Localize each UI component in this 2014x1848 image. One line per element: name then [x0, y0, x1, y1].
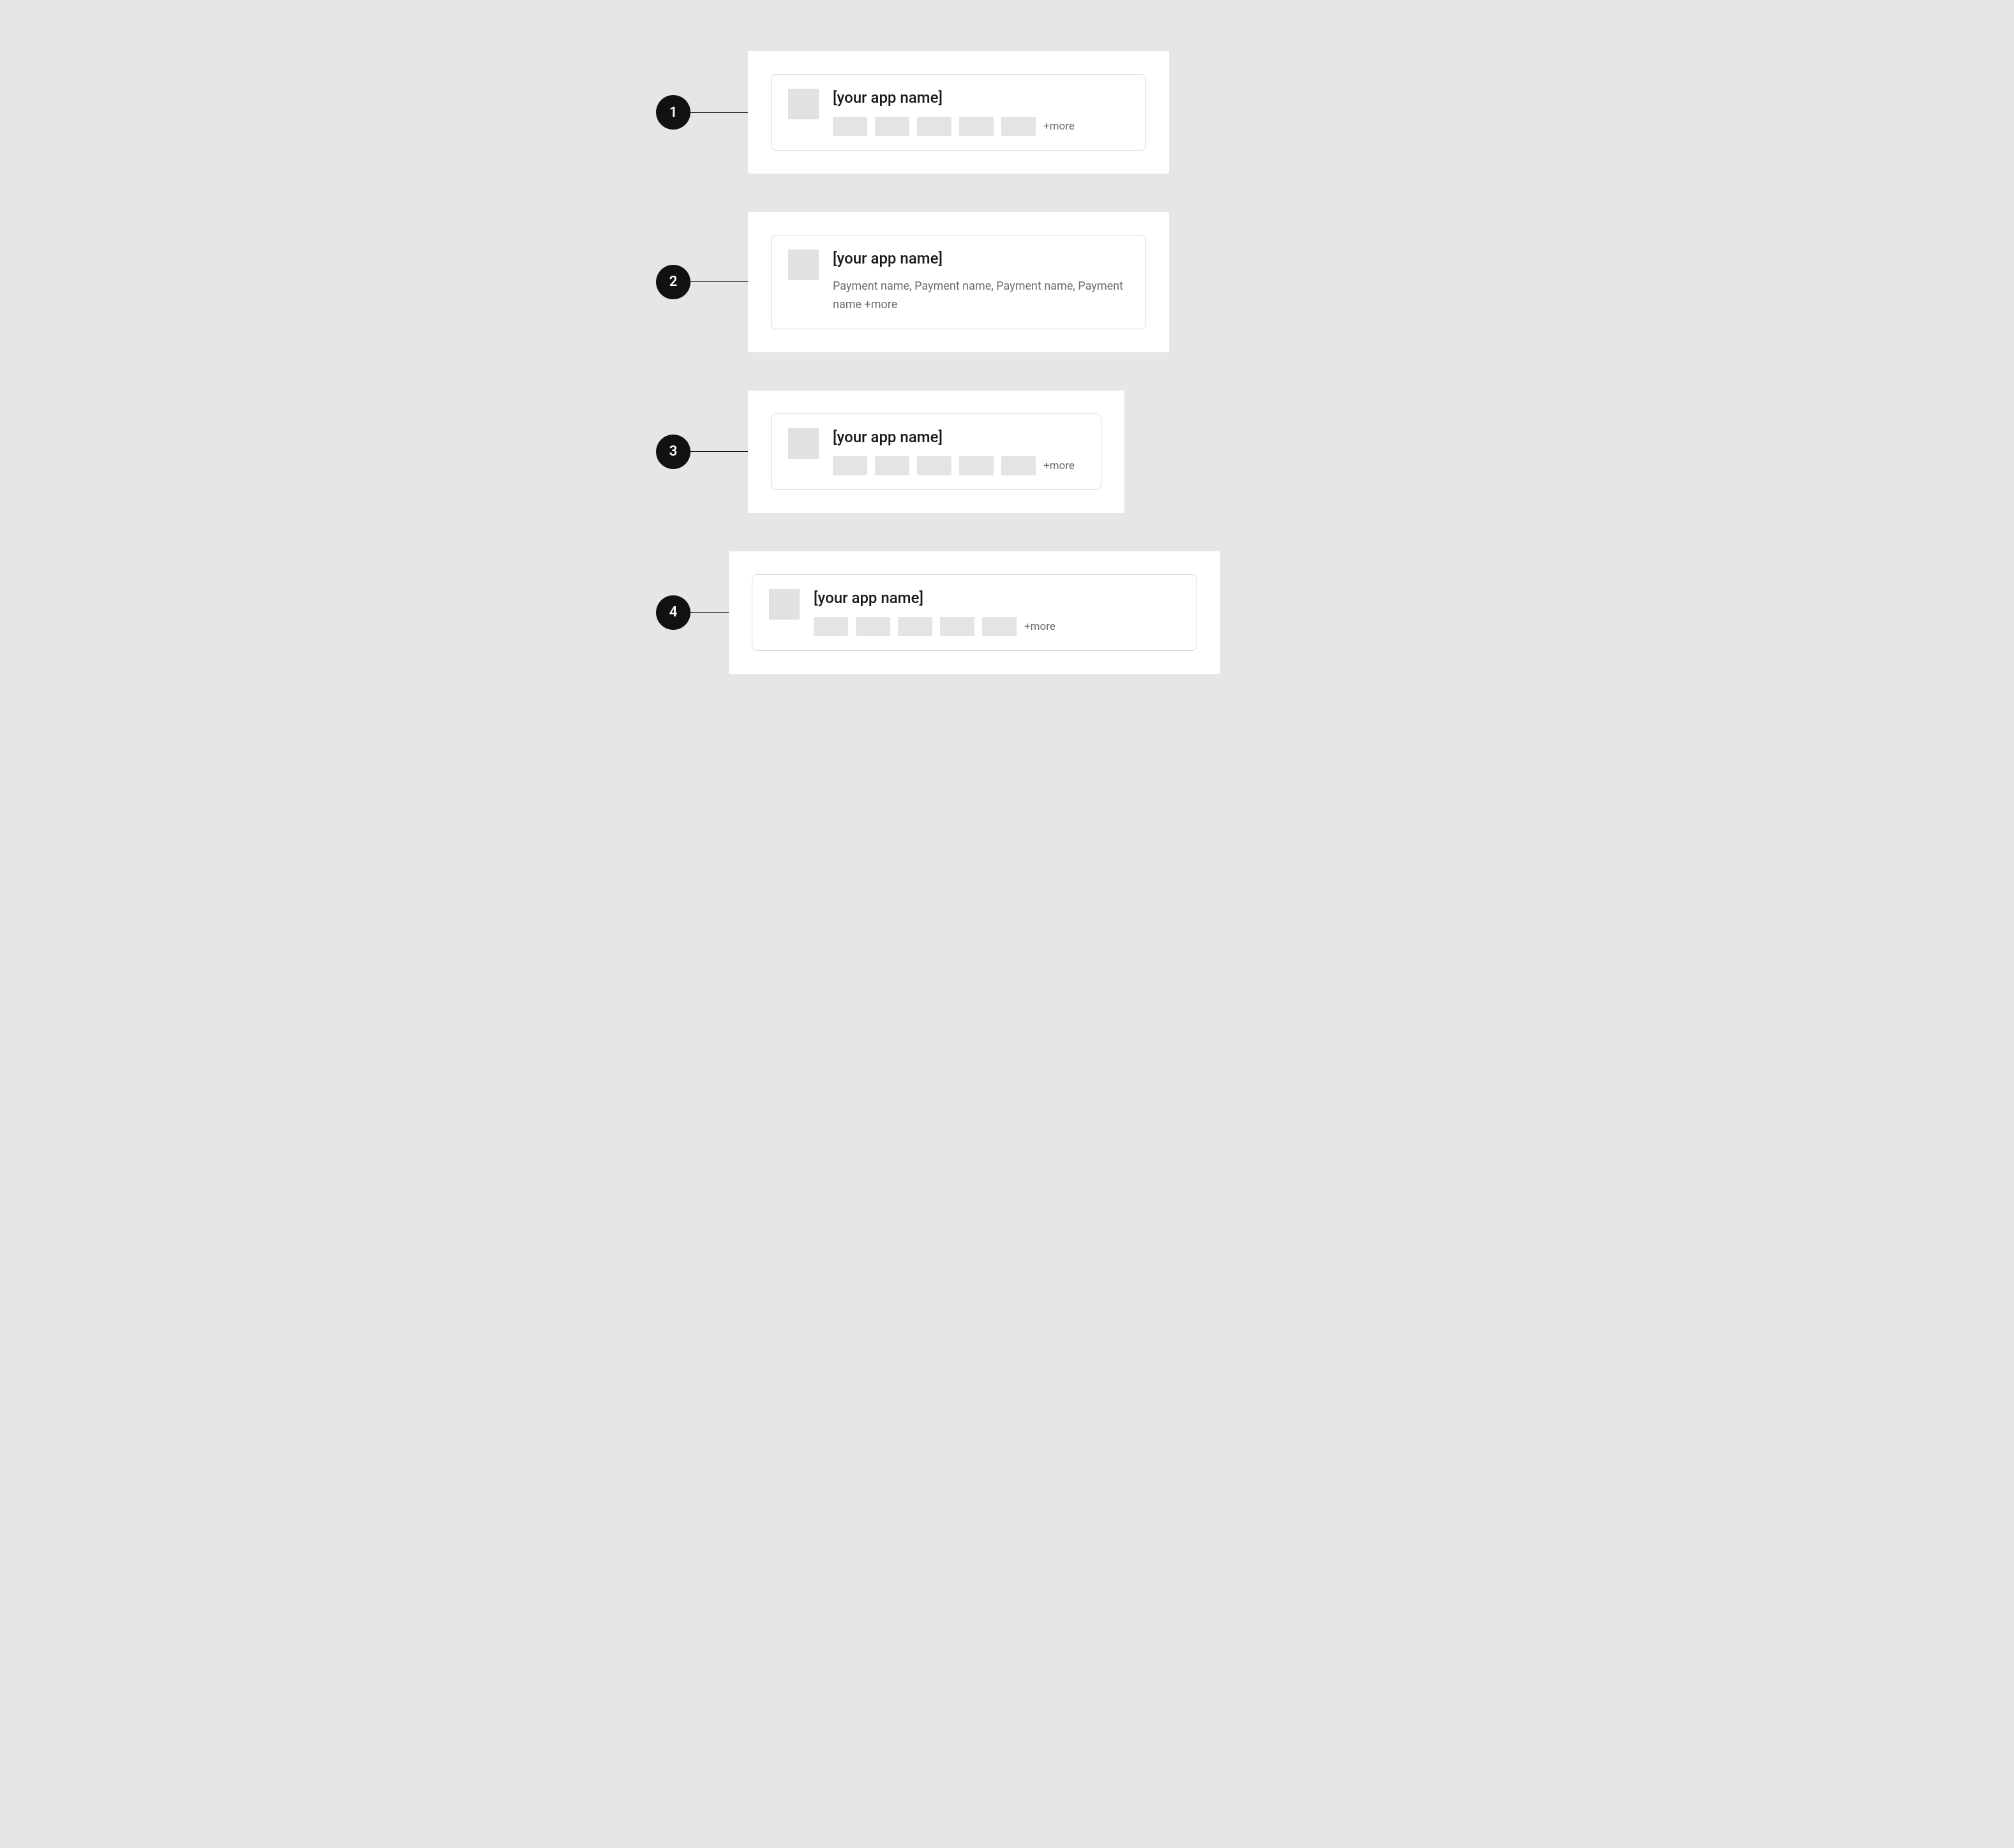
- annotation-connector: [690, 112, 748, 113]
- payment-chip: [875, 456, 909, 475]
- app-name: [your app name]: [833, 428, 1084, 446]
- app-card[interactable]: [your app name] +more: [771, 74, 1146, 151]
- more-link[interactable]: +more: [1043, 459, 1075, 472]
- payment-chips: +more: [833, 117, 1129, 136]
- payment-chip: [1001, 456, 1036, 475]
- card-body: [your app name] Payment name, Payment na…: [833, 250, 1129, 315]
- payment-chip: [959, 456, 994, 475]
- payment-chip: [982, 617, 1017, 636]
- app-icon: [788, 250, 819, 280]
- annotation-marker: 3: [656, 435, 690, 469]
- payment-chip: [940, 617, 974, 636]
- card-body: [your app name] +more: [833, 89, 1129, 136]
- example-row-4: 4 [your app name] +more: [656, 551, 1358, 674]
- payment-chip: [959, 117, 994, 136]
- app-name: [your app name]: [833, 89, 1129, 107]
- annotation-connector: [690, 612, 729, 613]
- payment-chip: [814, 617, 848, 636]
- payment-chips: +more: [814, 617, 1180, 636]
- payment-text-list: Payment name, Payment name, Payment name…: [833, 278, 1129, 315]
- app-card[interactable]: [your app name] Payment name, Payment na…: [771, 235, 1146, 329]
- payment-chip: [833, 117, 867, 136]
- example-panel: [your app name] +more: [748, 51, 1169, 174]
- payment-chip: [898, 617, 932, 636]
- annotation-marker: 2: [656, 265, 690, 299]
- app-name: [your app name]: [833, 250, 1129, 267]
- payment-chip: [917, 117, 951, 136]
- more-link[interactable]: +more: [1043, 120, 1075, 133]
- more-link[interactable]: +more: [1024, 620, 1055, 633]
- card-body: [your app name] +more: [833, 428, 1084, 475]
- diagram-canvas: 1 [your app name] +more: [656, 51, 1358, 1797]
- payment-chips: +more: [833, 456, 1084, 475]
- annotation-marker: 4: [656, 595, 690, 630]
- payment-chip: [833, 456, 867, 475]
- example-row-2: 2 [your app name] Payment name, Payment …: [656, 212, 1358, 352]
- example-panel: [your app name] Payment name, Payment na…: [748, 212, 1169, 352]
- payment-chip: [875, 117, 909, 136]
- app-name: [your app name]: [814, 589, 1180, 607]
- app-icon: [788, 428, 819, 459]
- annotation-connector: [690, 281, 748, 282]
- app-card[interactable]: [your app name] +more: [752, 574, 1197, 651]
- card-body: [your app name] +more: [814, 589, 1180, 636]
- payment-chip: [856, 617, 890, 636]
- annotation-connector: [690, 451, 748, 452]
- example-panel: [your app name] +more: [729, 551, 1220, 674]
- payment-chip: [1001, 117, 1036, 136]
- app-icon: [788, 89, 819, 119]
- app-card[interactable]: [your app name] +more: [771, 414, 1101, 490]
- app-icon: [769, 589, 800, 620]
- annotation-marker: 1: [656, 95, 690, 130]
- example-row-1: 1 [your app name] +more: [656, 51, 1358, 174]
- payment-chip: [917, 456, 951, 475]
- example-row-3: 3 [your app name] +more: [656, 391, 1358, 513]
- example-panel: [your app name] +more: [748, 391, 1124, 513]
